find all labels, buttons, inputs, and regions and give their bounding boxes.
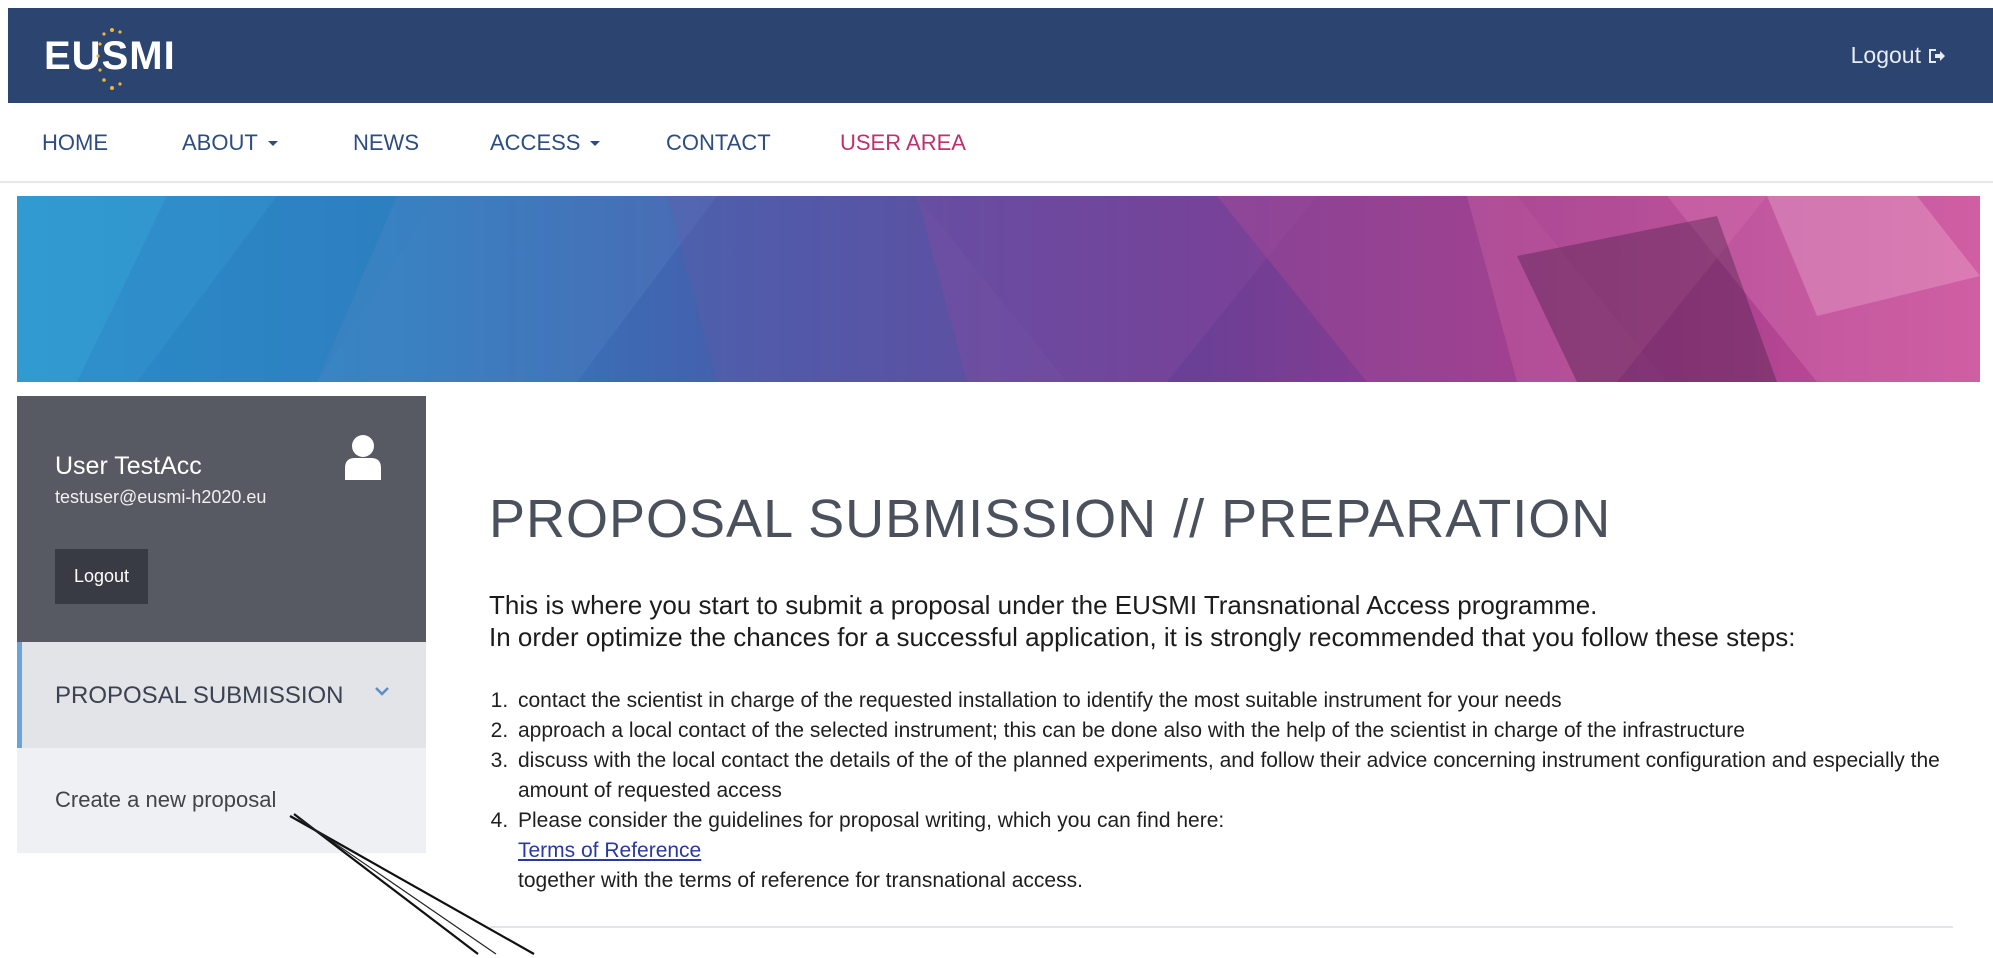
header-banner (17, 196, 1980, 382)
logo-stars-icon (96, 28, 122, 90)
steps-list: contact the scientist in charge of the r… (478, 686, 1993, 896)
nav-item-news[interactable]: NEWS (353, 130, 419, 156)
list-item: Please consider the guidelines for propo… (514, 806, 1993, 896)
caret-down-icon (590, 140, 601, 146)
nav-item-label: HOME (42, 130, 108, 155)
annotation-pen-stroke (289, 813, 535, 955)
banner-graphic (17, 196, 1980, 382)
nav-item-about[interactable]: ABOUT (182, 130, 278, 156)
user-icon (345, 435, 381, 480)
nav-item-label: ABOUT (182, 130, 258, 155)
intro-line-1: This is where you start to submit a prop… (489, 590, 1598, 620)
nav-item-access[interactable]: ACCESS (490, 130, 601, 156)
user-profile-panel: User TestAcc testuser@eusmi-h2020.eu Log… (17, 396, 426, 642)
intro-line-2: In order optimize the chances for a succ… (489, 622, 1796, 652)
chevron-down-icon (375, 687, 389, 696)
sidebar-logout-button[interactable]: Logout (55, 549, 148, 604)
step-4-text: Please consider the guidelines for propo… (518, 809, 1225, 832)
user-name: User TestAcc (55, 452, 202, 480)
nav-item-label: USER AREA (840, 130, 966, 155)
nav-item-user-area[interactable]: USER AREA (840, 130, 966, 156)
intro-text: This is where you start to submit a prop… (489, 589, 1795, 653)
page-title: PROPOSAL SUBMISSION // PREPARATION (489, 489, 1612, 549)
divider (490, 926, 1953, 928)
nav-item-label: ACCESS (490, 130, 581, 155)
nav-item-label: CONTACT (666, 130, 771, 155)
step-4-after-text: together with the terms of reference for… (518, 869, 1083, 892)
header-logout-link[interactable]: Logout (1851, 42, 1947, 69)
list-item: discuss with the local contact the detai… (514, 746, 1993, 806)
eusmi-logo[interactable]: EUSMI (44, 26, 204, 90)
list-item: approach a local contact of the selected… (514, 716, 1993, 746)
user-email: testuser@eusmi-h2020.eu (55, 487, 267, 507)
section-label: PROPOSAL SUBMISSION (55, 682, 344, 709)
nav-item-home[interactable]: HOME (42, 130, 108, 156)
proposal-submission-section[interactable]: PROPOSAL SUBMISSION (17, 642, 426, 748)
nav-item-contact[interactable]: CONTACT (666, 130, 771, 156)
header-logout-label: Logout (1850, 42, 1921, 68)
sign-out-icon (1929, 48, 1945, 63)
nav-item-label: NEWS (353, 130, 419, 155)
top-header-bar: EUSMI Logout (8, 8, 1993, 103)
main-navigation: HOME ABOUT NEWS ACCESS CONTACT USER AREA (0, 103, 1993, 183)
list-item: contact the scientist in charge of the r… (514, 686, 1993, 716)
caret-down-icon (267, 140, 278, 146)
create-new-proposal-label: Create a new proposal (55, 787, 277, 812)
